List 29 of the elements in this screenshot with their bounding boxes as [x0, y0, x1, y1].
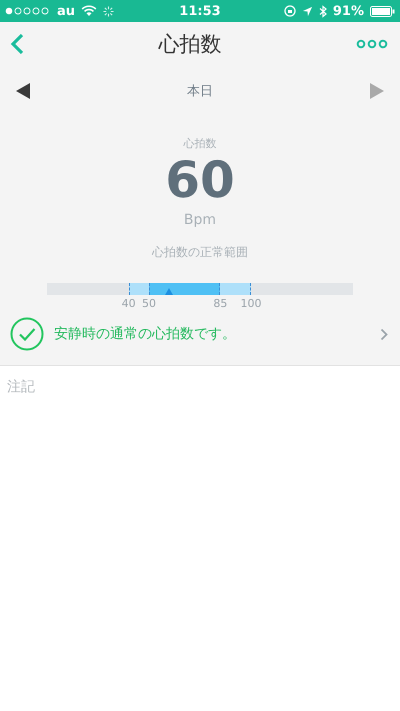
clock-time: 11:53 — [179, 4, 221, 18]
date-label: 本日 — [187, 83, 213, 100]
battery-percent: 91% — [332, 4, 364, 18]
loading-icon — [103, 6, 114, 16]
bluetooth-icon — [318, 4, 327, 18]
battery-icon — [370, 6, 395, 16]
reading-label: 心拍数 — [184, 136, 216, 151]
more-icon[interactable] — [356, 39, 388, 49]
screen-title: 心拍数 — [158, 31, 222, 58]
location-icon — [302, 6, 313, 16]
tick-label: 40 — [122, 297, 136, 310]
status-message: 安静時の通常の心拍数です。 — [54, 325, 237, 343]
tick-label: 50 — [142, 297, 156, 310]
range-title: 心拍数の正常範囲 — [152, 244, 248, 261]
signal-icon — [5, 7, 51, 15]
check-circle-icon — [10, 317, 44, 351]
back-icon[interactable] — [10, 33, 24, 55]
unit-label: Bpm — [184, 212, 216, 228]
status-row[interactable]: 安静時の通常の心拍数です。 — [0, 311, 400, 365]
current-value-marker — [165, 288, 174, 295]
chevron-right-icon — [380, 328, 388, 340]
wifi-icon — [81, 5, 98, 17]
heart-rate-value: 60 — [165, 153, 235, 208]
tick-label: 85 — [213, 297, 228, 310]
carrier-name: au — [57, 4, 76, 18]
tick-label: 100 — [240, 297, 262, 310]
previous-day-icon[interactable] — [16, 83, 30, 99]
rotation-lock-icon — [284, 5, 296, 17]
next-day-icon[interactable] — [370, 83, 384, 99]
